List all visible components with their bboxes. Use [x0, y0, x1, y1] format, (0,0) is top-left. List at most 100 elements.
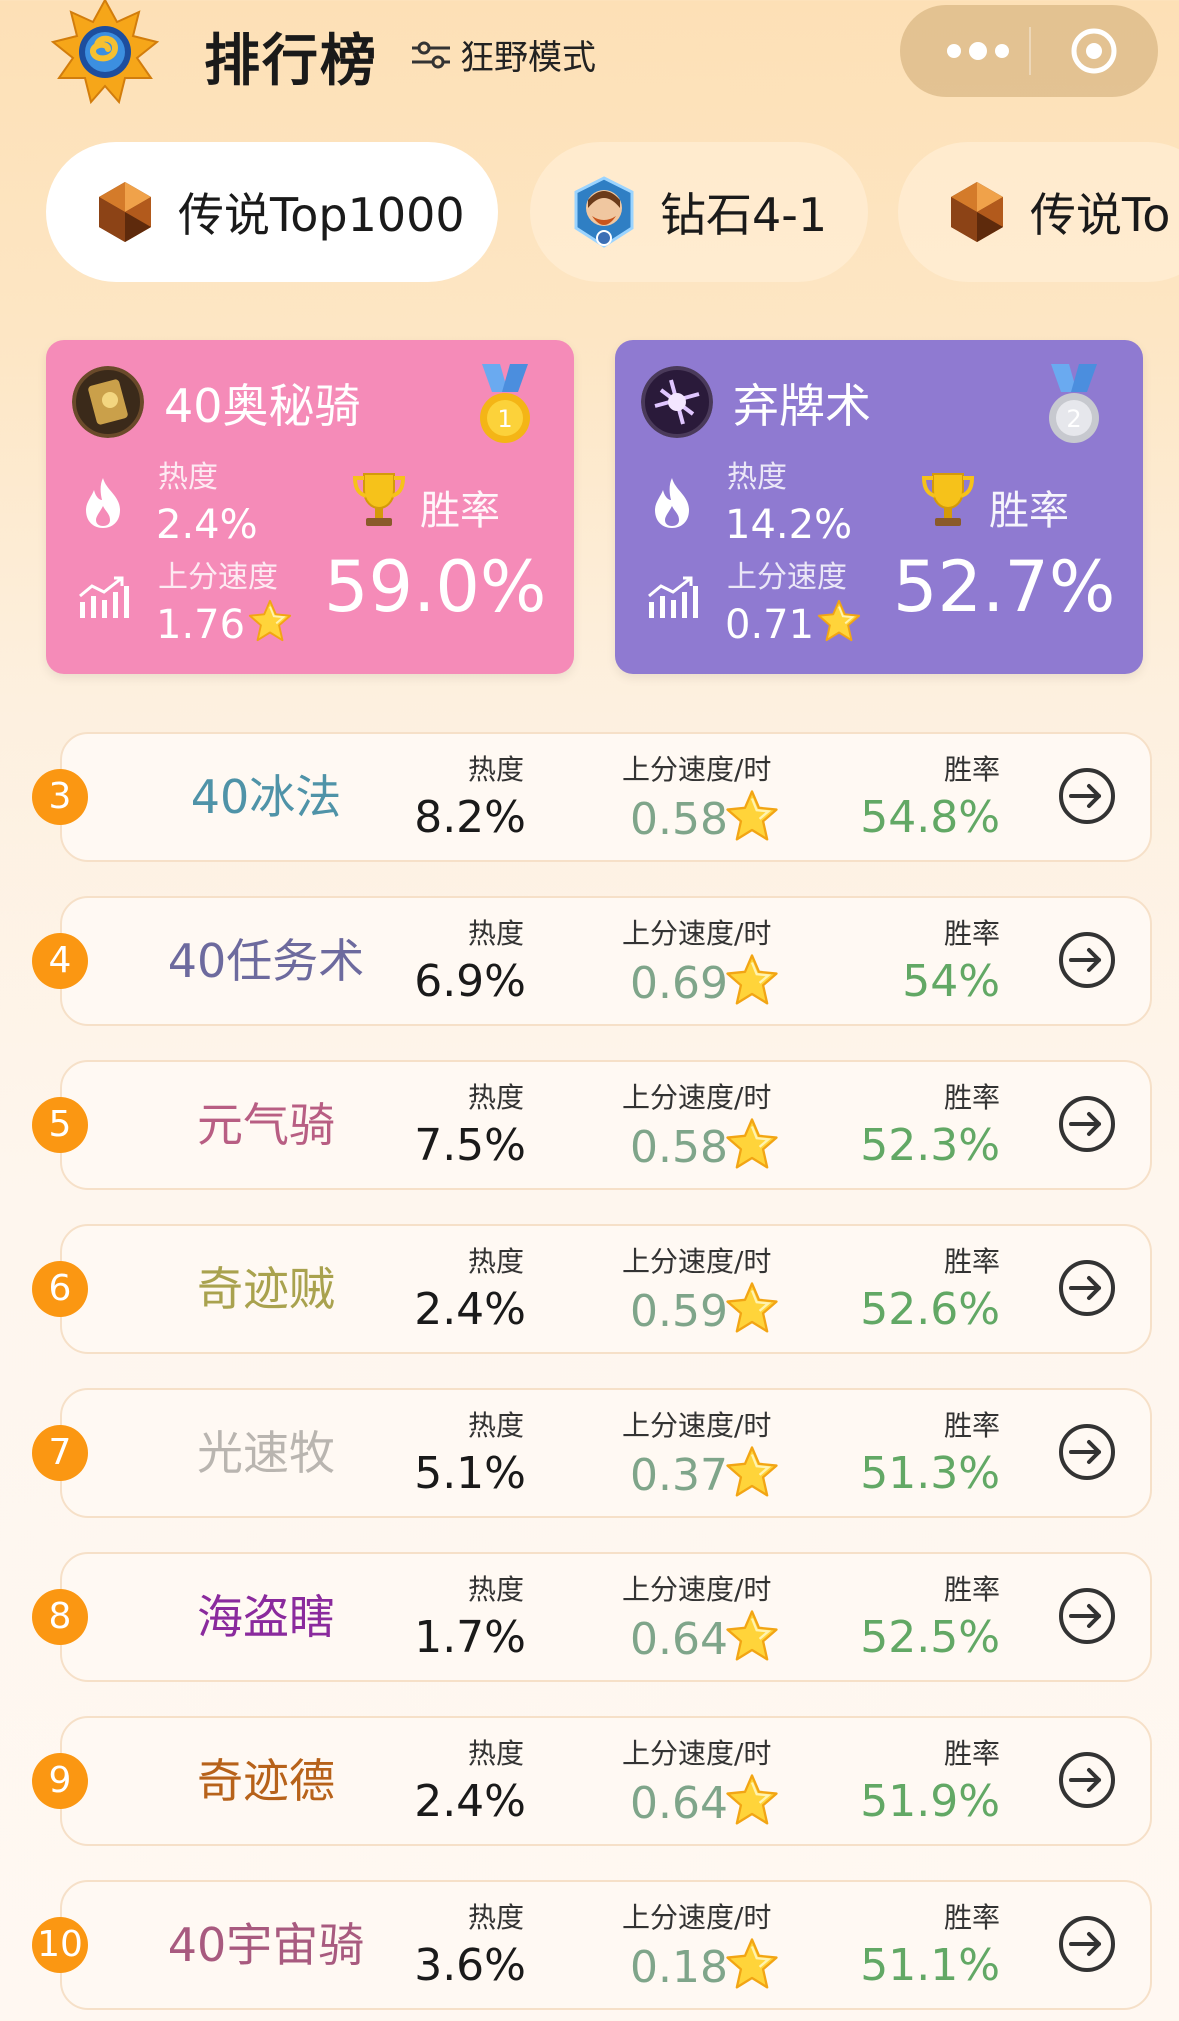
- speed-label: 上分速度/时: [622, 1081, 772, 1114]
- deck-row[interactable]: 奇迹贼 热度 2.4% 上分速度/时 0.59 胜率 52.6%: [60, 1224, 1152, 1354]
- heat-label: 热度: [158, 460, 218, 495]
- trophy-icon: [921, 473, 975, 526]
- svg-text:2: 2: [1066, 405, 1081, 433]
- star-icon: [724, 1608, 780, 1664]
- star-icon: [724, 1116, 780, 1172]
- tab-diamond-4-1[interactable]: 钻石4-1: [530, 142, 868, 282]
- speed-label: 上分速度: [158, 560, 278, 595]
- speed-label: 上分速度/时: [622, 753, 772, 786]
- winrate-label: 胜率: [943, 1245, 1000, 1278]
- speed-value: 0.59: [630, 1286, 728, 1337]
- deck-name: 弃牌术: [733, 379, 871, 433]
- deck-name: 40奥秘骑: [164, 379, 361, 433]
- top-bar: 排行榜 狂野模式: [0, 0, 1179, 120]
- speed-value: 0.37: [630, 1450, 728, 1501]
- speed-value: 0.71: [725, 602, 815, 648]
- winrate-label: 胜率: [420, 488, 500, 534]
- arrow-right-circle-icon[interactable]: [1057, 1422, 1117, 1482]
- winrate-value: 54.8%: [860, 792, 1000, 843]
- paladin-deck-avatar: [72, 366, 144, 438]
- heat-label: 热度: [467, 1737, 524, 1770]
- mode-selector[interactable]: 狂野模式: [410, 30, 596, 79]
- speed-label: 上分速度/时: [622, 1245, 772, 1278]
- speed-label: 上分速度/时: [622, 1573, 772, 1606]
- speed-value: 0.18: [630, 1942, 728, 1993]
- deck-name: 40任务术: [167, 934, 365, 988]
- heat-label: 热度: [467, 1245, 524, 1278]
- rank-badge: 3: [32, 769, 88, 825]
- winrate-value: 51.9%: [860, 1776, 1000, 1827]
- arrow-right-circle-icon[interactable]: [1057, 766, 1117, 826]
- star-icon: [724, 788, 780, 844]
- rank-badge: 9: [32, 1753, 88, 1809]
- winrate-value: 54%: [902, 956, 1000, 1007]
- deck-name: 光速牧: [197, 1426, 335, 1480]
- trend-chart-icon: [648, 576, 698, 618]
- more-dots-icon[interactable]: [938, 33, 1018, 69]
- winrate-label: 胜率: [943, 1901, 1000, 1934]
- heat-value: 2.4%: [156, 502, 258, 548]
- tab-legend-top-partial[interactable]: 传说To: [898, 142, 1179, 282]
- speed-value-wrap: 0.64: [630, 1608, 780, 1665]
- winrate-label: 胜率: [943, 1737, 1000, 1770]
- heat-label: 热度: [467, 1573, 524, 1606]
- speed-value: 0.64: [630, 1614, 728, 1665]
- deck-row[interactable]: 海盗瞎 热度 1.7% 上分速度/时 0.64 胜率 52.5%: [60, 1552, 1152, 1682]
- heat-value: 14.2%: [725, 502, 853, 548]
- star-icon: [724, 952, 780, 1008]
- deck-row[interactable]: 奇迹德 热度 2.4% 上分速度/时 0.64 胜率 51.9%: [60, 1716, 1152, 1846]
- hearthstone-logo-icon: [50, 0, 160, 105]
- heat-label: 热度: [467, 753, 524, 786]
- star-icon: [724, 1280, 780, 1336]
- speed-label: 上分速度/时: [622, 1737, 772, 1770]
- rank-badge: 4: [32, 933, 88, 989]
- speed-value-wrap: 0.58: [630, 1116, 780, 1173]
- heat-label: 热度: [727, 460, 787, 495]
- heat-label: 热度: [467, 917, 524, 950]
- star-icon: [247, 598, 293, 644]
- arrow-right-circle-icon[interactable]: [1057, 930, 1117, 990]
- deck-row[interactable]: 光速牧 热度 5.1% 上分速度/时 0.37 胜率 51.3%: [60, 1388, 1152, 1518]
- arrow-right-circle-icon[interactable]: [1057, 1258, 1117, 1318]
- heat-label: 热度: [467, 1409, 524, 1442]
- heat-label: 热度: [467, 1081, 524, 1114]
- arrow-right-circle-icon[interactable]: [1057, 1750, 1117, 1810]
- heat-value: 6.9%: [414, 956, 526, 1007]
- winrate-value: 51.3%: [860, 1448, 1000, 1499]
- speed-value-wrap: 1.76: [156, 598, 293, 648]
- winrate-label: 胜率: [943, 753, 1000, 786]
- deck-name: 元气骑: [197, 1098, 335, 1152]
- heat-value: 2.4%: [414, 1284, 526, 1335]
- trend-chart-icon: [79, 576, 129, 618]
- trophy-icon: [352, 473, 406, 526]
- arrow-right-circle-icon[interactable]: [1057, 1586, 1117, 1646]
- deck-row[interactable]: 40宇宙骑 热度 3.6% 上分速度/时 0.18 胜率 51.1%: [60, 1880, 1152, 2010]
- tab-legend-top1000[interactable]: 传说Top1000: [46, 142, 498, 282]
- rank-badge: 7: [32, 1425, 88, 1481]
- close-target-icon[interactable]: [1070, 27, 1118, 75]
- speed-value: 0.69: [630, 958, 728, 1009]
- warlock-deck-avatar: [641, 366, 713, 438]
- deck-row[interactable]: 40冰法 热度 8.2% 上分速度/时 0.58 胜率 54.8%: [60, 732, 1152, 862]
- page-title: 排行榜: [204, 29, 378, 94]
- deck-name: 40宇宙骑: [167, 1918, 365, 1972]
- deck-row[interactable]: 元气骑 热度 7.5% 上分速度/时 0.58 胜率 52.3%: [60, 1060, 1152, 1190]
- speed-value: 1.76: [156, 602, 246, 648]
- rank-tabs: 传说Top1000 钻石4-1 传说To: [0, 142, 1179, 282]
- deck-name: 海盗瞎: [197, 1590, 335, 1644]
- speed-label: 上分速度: [727, 560, 847, 595]
- silver-medal-icon: 2: [1049, 364, 1099, 443]
- deck-row[interactable]: 40任务术 热度 6.9% 上分速度/时 0.69 胜率 54%: [60, 896, 1152, 1026]
- top-deck-card-2[interactable]: 弃牌术 2 热度 14.2% 上分速度 0.71 胜率 52.7%: [615, 340, 1143, 674]
- arrow-right-circle-icon[interactable]: [1057, 1094, 1117, 1154]
- winrate-label: 胜率: [943, 1081, 1000, 1114]
- arrow-right-circle-icon[interactable]: [1057, 1914, 1117, 1974]
- svg-text:1: 1: [497, 405, 512, 433]
- heat-value: 5.1%: [414, 1448, 526, 1499]
- top-deck-card-1[interactable]: 40奥秘骑 1 热度 2.4% 上分速度 1.76 胜率 59.0%: [46, 340, 574, 674]
- speed-value-wrap: 0.59: [630, 1280, 780, 1337]
- tab-label: 传说To: [1030, 188, 1171, 242]
- gold-medal-icon: 1: [480, 364, 530, 443]
- winrate-label: 胜率: [943, 1573, 1000, 1606]
- speed-value: 0.58: [630, 794, 728, 845]
